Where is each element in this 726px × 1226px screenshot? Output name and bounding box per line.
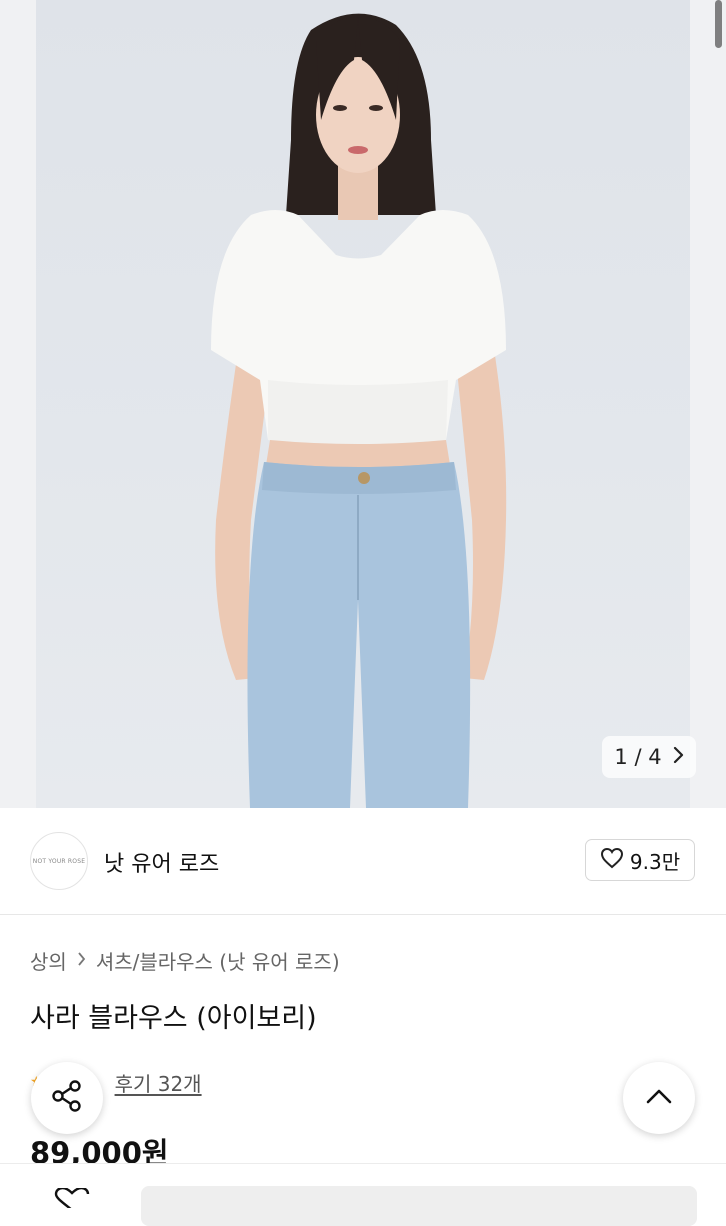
pager-text: 1 / 4 [614,745,661,769]
model-illustration [211,13,507,808]
product-photo [36,0,690,808]
chevron-right-icon [77,950,86,971]
brand-name[interactable]: 낫 유어 로즈 [104,846,219,878]
breadcrumb-category[interactable]: 상의 [30,946,67,975]
scroll-top-button[interactable] [623,1062,695,1134]
pager-separator: / [634,745,642,769]
chevron-up-icon [645,1087,673,1109]
breadcrumb: 상의 셔츠/블라우스 (낫 유어 로즈) [30,946,340,975]
breadcrumb-subcategory[interactable]: 셔츠/블라우스 (낫 유어 로즈) [96,946,340,975]
page-scrollbar[interactable] [715,0,722,48]
pager-current: 1 [614,745,628,769]
review-count-link[interactable]: 후기 32개 [115,1068,202,1097]
brand-like-button[interactable]: 9.3만 [585,839,695,881]
bottom-action-bar [0,1163,726,1226]
wishlist-heart-icon[interactable] [52,1186,92,1212]
purchase-button[interactable] [141,1186,697,1226]
share-icon [49,1078,85,1118]
image-pager[interactable]: 1 / 4 [602,736,696,778]
brand-row[interactable]: NOT YOUR ROSE 낫 유어 로즈 9.3만 [0,808,726,915]
brand-like-count: 9.3만 [629,849,681,874]
chevron-right-icon[interactable] [672,745,684,769]
brand-logo[interactable]: NOT YOUR ROSE [30,832,88,890]
product-title: 사라 블라우스 (아이보리) [30,1003,317,1034]
heart-icon [600,847,624,874]
share-button[interactable] [31,1062,103,1134]
brand-logo-text: NOT YOUR ROSE [32,857,86,865]
product-image-carousel[interactable]: 1 / 4 [0,0,726,808]
pager-total: 4 [648,745,662,769]
